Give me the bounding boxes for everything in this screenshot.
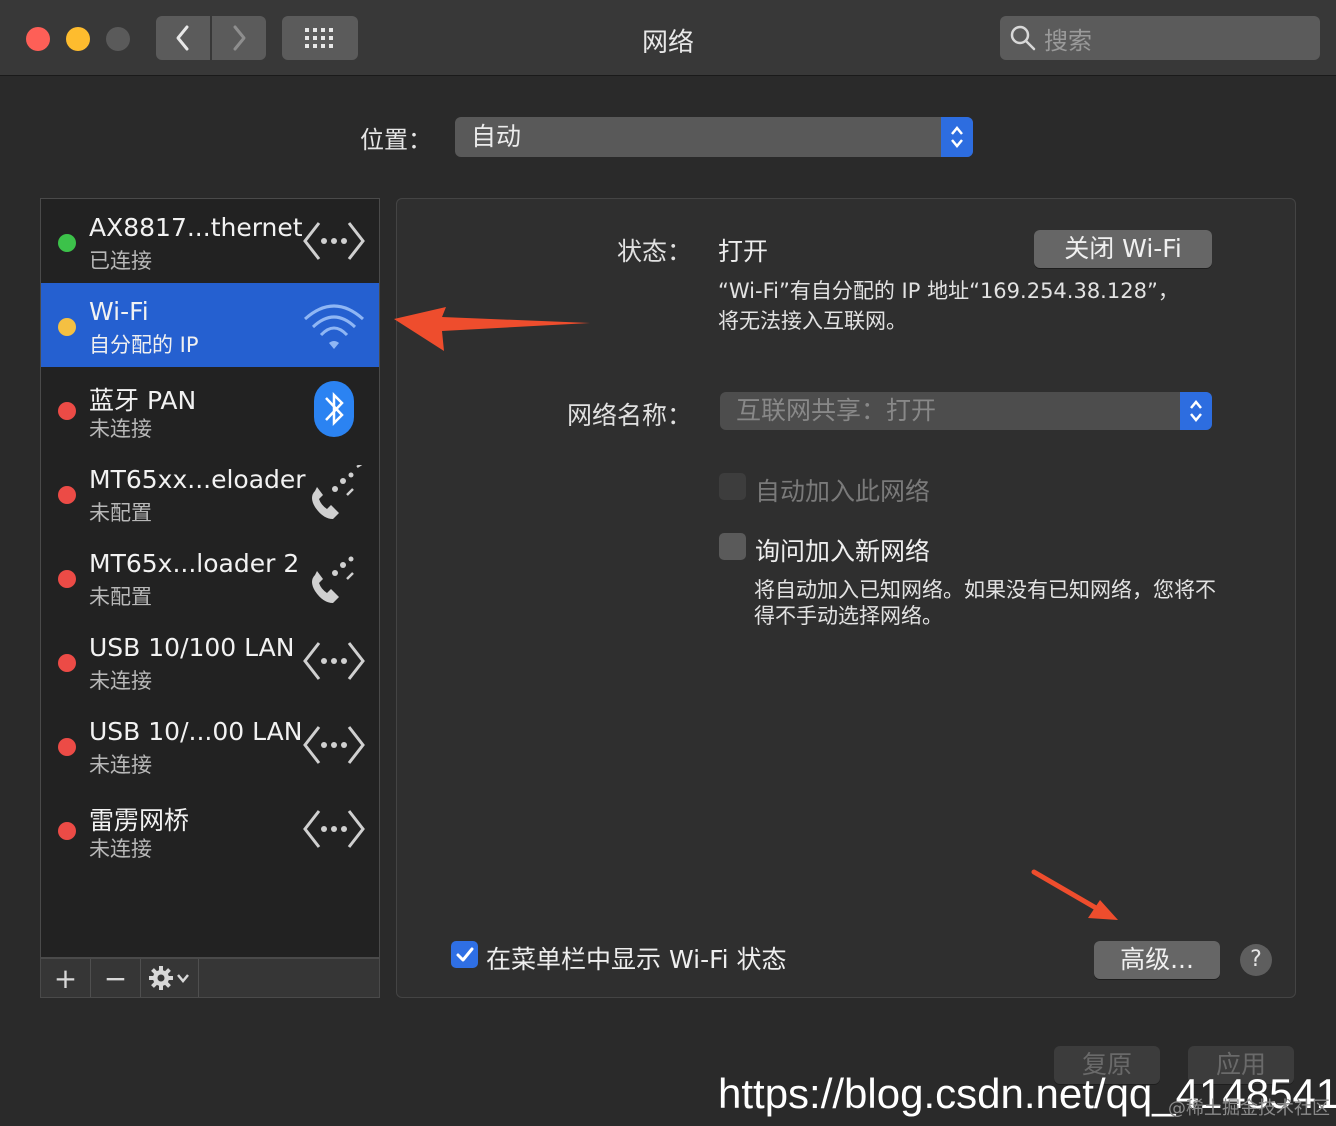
service-item-wifi[interactable]: Wi-Fi 自分配的 IP bbox=[41, 283, 379, 367]
service-status: 未连接 bbox=[89, 669, 152, 693]
location-select[interactable]: 自动 bbox=[455, 117, 973, 157]
service-name: MT65x...loader 2 bbox=[89, 549, 300, 578]
remove-service-button[interactable]: − bbox=[91, 959, 141, 997]
ask-join-label: 询问加入新网络 bbox=[755, 537, 931, 566]
service-list: AX8817...thernet 已连接 Wi-Fi 自分配的 IP 蓝牙 PA… bbox=[40, 198, 380, 958]
location-value: 自动 bbox=[471, 122, 522, 151]
service-item-usb-lan-2[interactable]: USB 10/...00 LAN 未连接 bbox=[41, 703, 379, 787]
modem-phone-icon bbox=[312, 465, 363, 519]
network-name-value: 互联网共享：打开 bbox=[736, 396, 937, 425]
status-dot bbox=[58, 738, 76, 756]
service-status: 自分配的 IP bbox=[89, 333, 199, 357]
auto-join-label: 自动加入此网络 bbox=[755, 477, 931, 506]
service-item-thunderbolt-bridge[interactable]: 雷雳网桥 未连接 bbox=[41, 787, 379, 871]
location-stepper[interactable] bbox=[941, 117, 973, 157]
service-status: 未配置 bbox=[89, 585, 152, 609]
ethernet-icon bbox=[303, 810, 365, 848]
bluetooth-icon bbox=[314, 381, 354, 437]
status-dot bbox=[58, 318, 76, 336]
service-name: MT65xx...eloader bbox=[89, 465, 306, 494]
network-name-stepper[interactable] bbox=[1180, 392, 1212, 430]
ethernet-icon bbox=[303, 222, 365, 260]
status-label: 状态： bbox=[616, 237, 692, 266]
status-value: 打开 bbox=[718, 237, 769, 266]
service-name: Wi-Fi bbox=[89, 297, 149, 326]
show-menubar-checkbox[interactable] bbox=[451, 941, 478, 968]
ethernet-icon bbox=[303, 726, 365, 764]
service-name: USB 10/100 LAN bbox=[89, 633, 295, 662]
status-description-line1: “Wi-Fi”有自分配的 IP 地址“169.254.38.128”， bbox=[718, 279, 1179, 303]
service-item-mt65xx-preloader-2[interactable]: MT65x...loader 2 未配置 bbox=[41, 535, 379, 619]
watermark-community: @稀土掘金技术社区 bbox=[1168, 1098, 1330, 1119]
ask-join-description-line2: 得不手动选择网络。 bbox=[754, 604, 943, 628]
network-name-label: 网络名称： bbox=[566, 401, 692, 430]
service-actions-button[interactable] bbox=[141, 959, 199, 997]
service-name: 雷雳网桥 bbox=[89, 806, 190, 835]
service-item-ax8817[interactable]: AX8817...thernet 已连接 bbox=[41, 199, 379, 283]
service-item-bluetooth-pan[interactable]: 蓝牙 PAN 未连接 bbox=[41, 367, 379, 451]
status-dot bbox=[58, 654, 76, 672]
service-status: 未连接 bbox=[89, 417, 152, 441]
ethernet-icon bbox=[303, 642, 365, 680]
auto-join-checkbox[interactable] bbox=[719, 473, 746, 500]
service-name: AX8817...thernet bbox=[89, 213, 303, 242]
turn-off-wifi-button[interactable]: 关闭 Wi-Fi bbox=[1034, 230, 1212, 268]
ask-join-checkbox[interactable] bbox=[719, 533, 746, 560]
service-status: 未配置 bbox=[89, 501, 152, 525]
service-status: 未连接 bbox=[89, 837, 152, 861]
status-dot bbox=[58, 234, 76, 252]
status-description-line2: 将无法接入互联网。 bbox=[718, 309, 907, 333]
search-icon bbox=[1010, 25, 1036, 51]
wifi-icon bbox=[303, 304, 365, 349]
show-menubar-label: 在菜单栏中显示 Wi-Fi 状态 bbox=[486, 945, 787, 974]
network-name-select[interactable]: 互联网共享：打开 bbox=[720, 392, 1212, 430]
service-name: USB 10/...00 LAN bbox=[89, 717, 303, 746]
status-dot bbox=[58, 570, 76, 588]
annotation-arrow-icon bbox=[394, 307, 590, 351]
updown-chevron-icon bbox=[1190, 400, 1202, 422]
service-item-usb-lan[interactable]: USB 10/100 LAN 未连接 bbox=[41, 619, 379, 703]
annotation-arrow-icon bbox=[1031, 869, 1118, 920]
status-dot bbox=[58, 486, 76, 504]
modem-phone-icon bbox=[312, 556, 354, 603]
service-status: 未连接 bbox=[89, 753, 152, 777]
service-list-toolbar: + − bbox=[40, 958, 380, 998]
add-service-button[interactable]: + bbox=[41, 959, 91, 997]
title-bar: 网络 搜索 bbox=[0, 0, 1336, 76]
help-button[interactable]: ? bbox=[1240, 944, 1272, 976]
status-dot bbox=[58, 402, 76, 420]
advanced-button[interactable]: 高级... bbox=[1094, 941, 1220, 979]
location-label: 位置： bbox=[360, 126, 432, 154]
service-item-mt65xx-preloader[interactable]: MT65xx...eloader 未配置 bbox=[41, 451, 379, 535]
search-input[interactable]: 搜索 bbox=[1000, 16, 1320, 60]
service-status: 已连接 bbox=[89, 249, 152, 273]
checkmark-icon bbox=[456, 947, 473, 961]
search-placeholder: 搜索 bbox=[1044, 26, 1092, 55]
gear-icon bbox=[148, 966, 189, 990]
status-dot bbox=[58, 822, 76, 840]
updown-chevron-icon bbox=[951, 126, 963, 148]
service-name: 蓝牙 PAN bbox=[89, 386, 197, 415]
